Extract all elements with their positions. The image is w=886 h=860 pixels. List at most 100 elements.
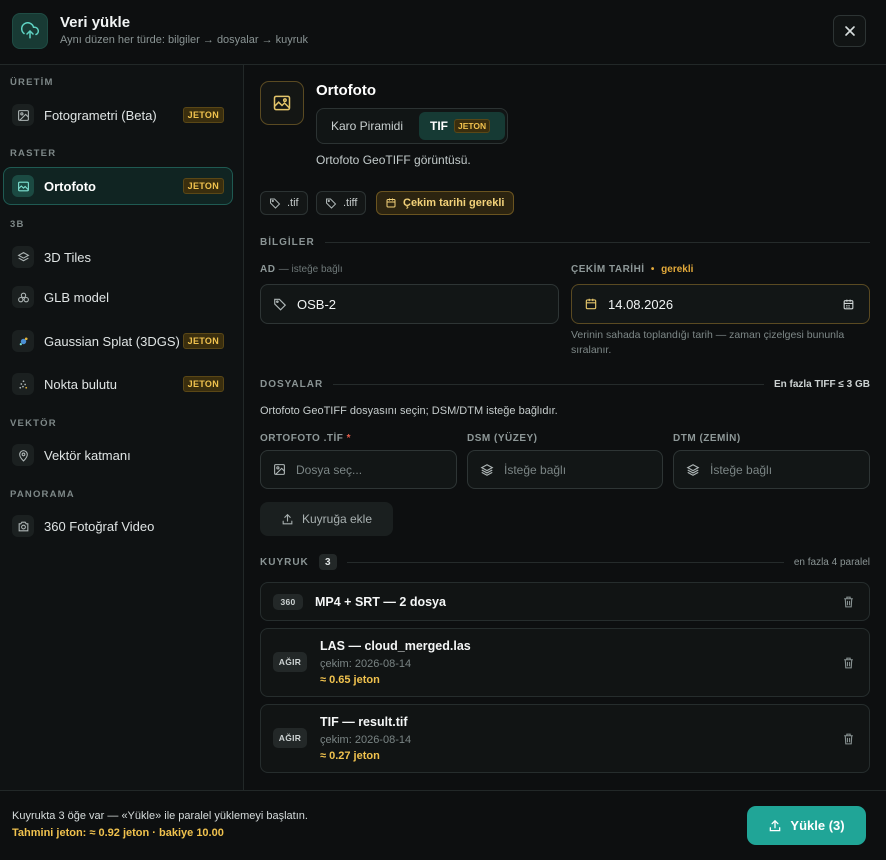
queue-item-date: çekim: 2026-08-14 — [320, 658, 412, 670]
image-icon — [274, 464, 285, 475]
date-help-text: Verinin sahada toplandığı tarih — zaman … — [571, 329, 845, 356]
queue-item-cost: ≈ 0.65 jeton — [320, 674, 380, 686]
close-button[interactable] — [833, 15, 866, 47]
tag-icon — [326, 198, 337, 209]
date-required-chip: Çekim tarihi gerekli — [376, 191, 514, 215]
section-title: BİLGİLER — [260, 237, 315, 248]
sidebar-item-ortofoto[interactable]: Ortofoto JETON — [3, 167, 233, 205]
upload-icon — [282, 513, 293, 524]
file-placeholder: İsteğe bağlı — [710, 462, 773, 477]
tag-icon — [274, 298, 287, 311]
layers-icon — [480, 463, 494, 476]
sidebar-item-fotogrametri[interactable]: Fotogrametri (Beta) JETON — [3, 96, 233, 134]
name-label: AD — isteğe bağlı — [260, 264, 343, 275]
files-section-header: DOSYALAR En fazla TIFF ≤ 3 GB — [260, 379, 870, 390]
sidebar-item-360-video[interactable]: 360 Fotoğraf Video — [3, 507, 233, 545]
token-estimate: Tahmini jeton: ≈ 0.92 jeton · bakiye 10.… — [12, 827, 224, 839]
queue-item-title: LAS — cloud_merged.las — [320, 639, 471, 653]
delete-button[interactable] — [842, 732, 855, 746]
files-limit: En fazla TIFF ≤ 3 GB — [773, 379, 870, 390]
queue-section-header: KUYRUK 3 en fazla 4 paralel — [260, 554, 870, 570]
sidebar-item-nokta-bulutu[interactable]: Nokta bulutu JETON — [3, 365, 233, 403]
type-badge: AĞIR — [273, 652, 307, 672]
calendar-icon — [585, 298, 597, 310]
trash-icon — [844, 657, 853, 669]
sidebar-item-gaussian-splat[interactable]: Gaussian Splat (3DGS) JETON — [3, 318, 233, 364]
token-badge: JETON — [454, 119, 491, 133]
name-value: OSB-2 — [297, 296, 337, 312]
page-title: Ortofoto — [316, 82, 376, 99]
queue-item-cost: ≈ 0.27 jeton — [320, 750, 380, 762]
ortofoto-file-input[interactable]: Dosya seç... — [260, 450, 457, 489]
sidebar-item-label: Fotogrametri (Beta) — [44, 107, 157, 123]
layers-icon — [686, 463, 700, 476]
segment-karo-piramidi[interactable]: Karo Piramidi — [331, 119, 403, 133]
files-description: Ortofoto GeoTIFF dosyasını seçin; DSM/DT… — [260, 405, 558, 417]
sidebar-item-label: Ortofoto — [44, 178, 96, 194]
file2-label: DSM (YÜZEY) — [467, 433, 538, 444]
sidebar-item-label: Vektör katmanı — [44, 447, 131, 463]
sidebar-item-label: 3D Tiles — [44, 249, 91, 265]
sidebar-item-label: Gaussian Splat (3DGS) — [44, 333, 180, 349]
type-badge: AĞIR — [273, 728, 307, 748]
name-input[interactable]: OSB-2 — [260, 284, 559, 324]
sidebar-item-label: 360 Fotoğraf Video — [44, 518, 155, 534]
sidebar: ÜRETİM Fotogrametri (Beta) JETON RASTER … — [0, 65, 244, 790]
type-description: Ortofoto GeoTIFF görüntüsü. — [316, 153, 471, 167]
delete-button[interactable] — [842, 656, 855, 670]
add-to-queue-button[interactable]: Kuyruğa ekle — [260, 502, 393, 536]
splat-icon — [12, 330, 34, 352]
file1-label: ORTOFOTO .TİF * — [260, 433, 352, 444]
queue-item: AĞIR LAS — cloud_merged.las çekim: 2026-… — [260, 628, 870, 697]
queue-item-title: MP4 + SRT — 2 dosya — [315, 595, 446, 609]
point-cloud-icon — [12, 373, 34, 395]
queue-item: 360 MP4 + SRT — 2 dosya — [260, 582, 870, 621]
token-badge: JETON — [182, 376, 224, 392]
sidebar-item-vektor-katmani[interactable]: Vektör katmanı — [3, 436, 233, 474]
upload-cloud-icon — [12, 13, 48, 49]
date-input[interactable]: 14.08.2026 — [571, 284, 870, 324]
file-placeholder: Dosya seç... — [296, 462, 363, 477]
sidebar-item-3d-tiles[interactable]: 3D Tiles — [3, 238, 233, 276]
segment-tif-label: TIF — [430, 119, 448, 133]
upload-button[interactable]: Yükle (3) — [747, 806, 866, 845]
main-panel: Ortofoto Karo Piramidi TIF JETON Ortofot… — [244, 65, 886, 790]
sidebar-section-title: RASTER — [10, 148, 57, 159]
trash-icon — [844, 733, 853, 745]
section-title: KUYRUK — [260, 556, 309, 568]
file-placeholder: İsteğe bağlı — [504, 462, 567, 477]
sidebar-section-title: 3B — [10, 219, 25, 230]
tag-icon — [270, 198, 281, 209]
queue-item-date: çekim: 2026-08-14 — [320, 734, 412, 746]
sidebar-item-label: Nokta bulutu — [44, 376, 117, 392]
segment-tif[interactable]: TIF JETON — [419, 112, 505, 140]
camera-icon — [12, 515, 34, 537]
sidebar-item-glb-model[interactable]: GLB model — [3, 278, 233, 316]
chip-label: Çekim tarihi gerekli — [403, 197, 505, 209]
extension-chip: .tiff — [316, 191, 367, 215]
extension-chip: .tif — [260, 191, 308, 215]
footer: Kuyrukta 3 öğe var — «Yükle» ile paralel… — [0, 790, 886, 860]
calendar-icon — [386, 198, 396, 208]
queue-item: AĞIR TIF — result.tif çekim: 2026-08-14 … — [260, 704, 870, 773]
image-icon — [12, 104, 34, 126]
sidebar-item-label: GLB model — [44, 289, 110, 305]
trash-icon — [844, 596, 853, 608]
info-section-header: BİLGİLER — [260, 237, 870, 248]
section-title: DOSYALAR — [260, 379, 324, 390]
date-label: ÇEKİM TARİHİ • gerekli — [571, 264, 694, 275]
pin-icon — [12, 444, 34, 466]
token-badge: JETON — [182, 107, 224, 123]
chip-label: .tif — [287, 197, 299, 209]
dialog-subtitle: Aynı düzen her türde: bilgiler → dosyala… — [60, 34, 309, 46]
chip-label: .tiff — [343, 197, 358, 209]
dialog-title: Veri yükle — [60, 14, 131, 31]
date-value: 14.08.2026 — [608, 296, 674, 312]
dtm-file-input[interactable]: İsteğe bağlı — [673, 450, 870, 489]
dsm-file-input[interactable]: İsteğe bağlı — [467, 450, 663, 489]
delete-button[interactable] — [842, 595, 855, 609]
file3-label: DTM (ZEMİN) — [673, 433, 741, 444]
upload-button-label: Yükle (3) — [790, 818, 845, 833]
orthophoto-icon — [260, 81, 304, 125]
sidebar-section-title: PANORAMA — [10, 489, 75, 500]
